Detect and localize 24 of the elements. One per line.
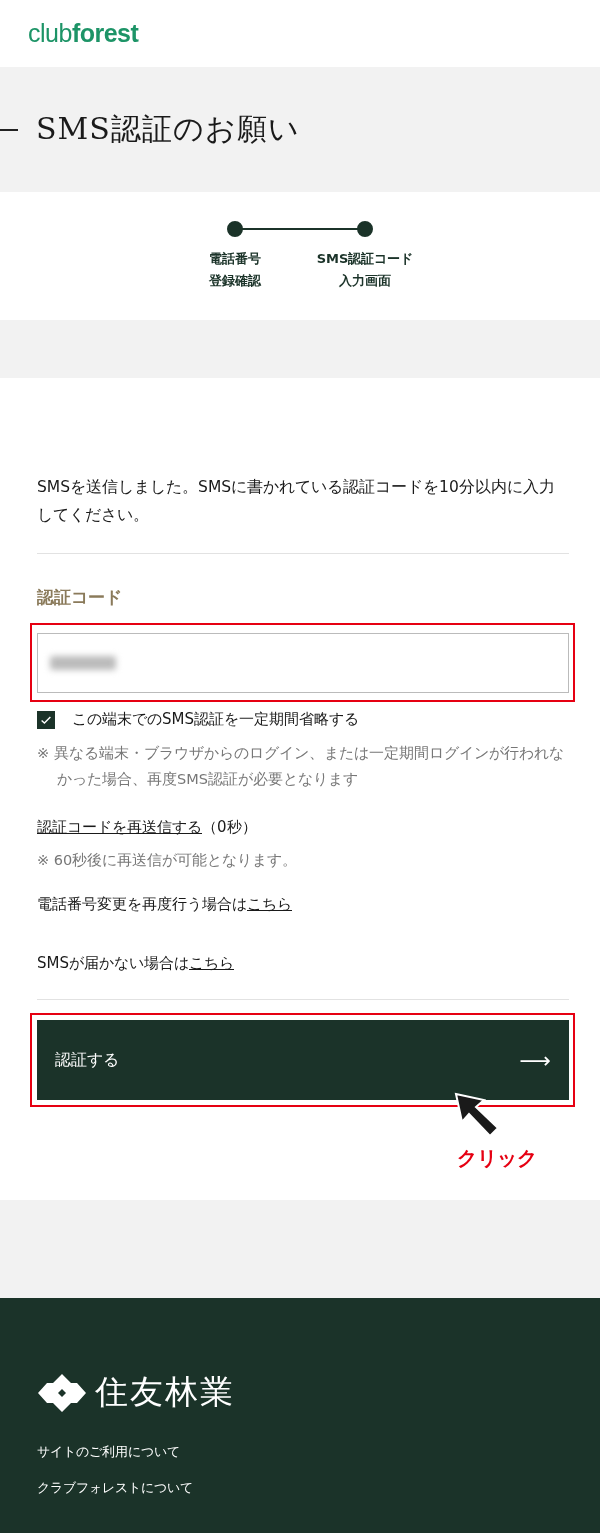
checkbox-label: この端末でのSMS認証を一定期間省略する (72, 710, 359, 729)
brand-name: 住友林業 (95, 1371, 235, 1413)
checkbox[interactable] (37, 710, 55, 729)
here-link[interactable]: こちら (247, 895, 292, 913)
prompt-text: 電話番号変更を再度行う場合は (37, 895, 247, 913)
field-label: 認証コード (37, 586, 123, 609)
title-dash (0, 128, 18, 131)
note-text: ※ 異なる端末・ブラウザからのログイン、または一定期間ログインが行われなかった場合、再度SMS認証が必要となります (37, 744, 565, 789)
page-title: SMS認証のお願い (36, 110, 300, 148)
footer-link[interactable]: サイトのご利用について (37, 1443, 180, 1461)
step-label: 電話番号 登録確認 (209, 250, 261, 290)
brand-mark-icon (37, 1372, 87, 1413)
message-text: SMSを送信しました。SMSに書かれている認証コードを10分以内に入力してください。 (37, 477, 556, 526)
footer-link[interactable]: クラブフォレストについて (37, 1479, 193, 1497)
here-link[interactable]: こちら (189, 954, 234, 972)
step-label: SMS認証コード 入力画面 (316, 250, 414, 290)
countdown-text: （0秒） (202, 818, 257, 836)
resend-link[interactable]: 認証コードを再送信する (37, 818, 202, 836)
note-text: ※ 60秒後に再送信が可能となります。 (37, 851, 299, 870)
logo[interactable]: clubforest (28, 19, 139, 48)
annotation-label: クリック (457, 1145, 537, 1172)
submit-button[interactable]: 認証する ⟶ (37, 1020, 569, 1100)
prompt-text: SMSが届かない場合は (37, 954, 189, 972)
code-input-field[interactable] (37, 633, 569, 693)
